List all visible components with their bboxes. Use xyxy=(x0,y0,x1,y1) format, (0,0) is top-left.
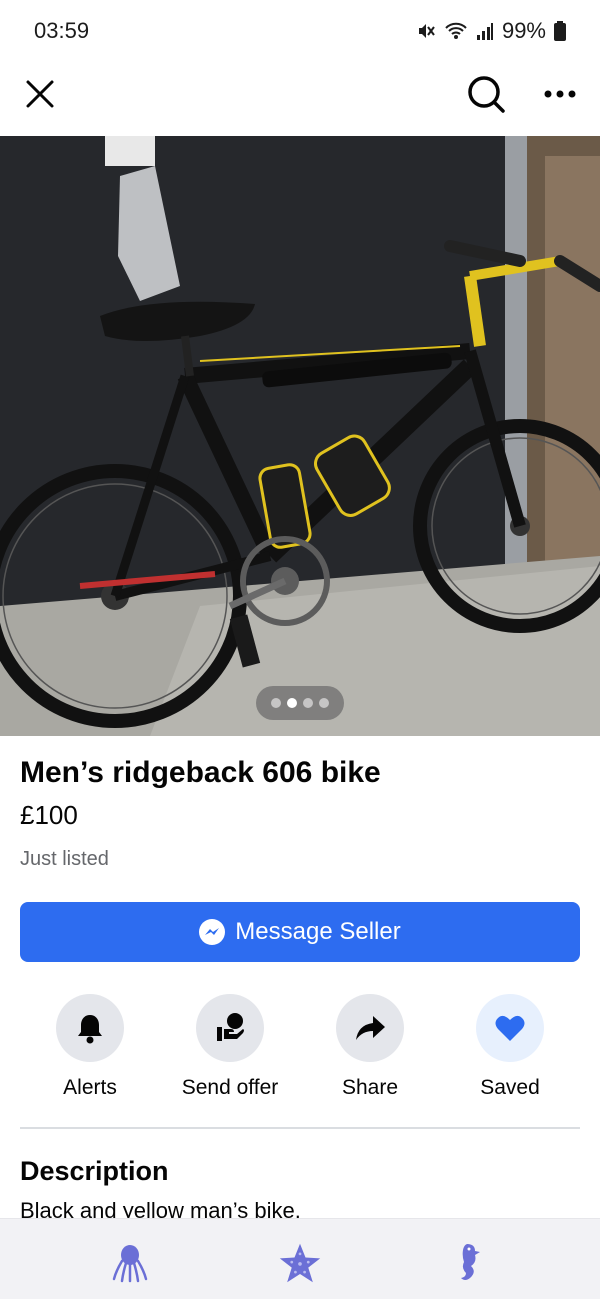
top-bar xyxy=(0,64,600,136)
description-heading: Description xyxy=(20,1156,169,1186)
share-label: Share xyxy=(341,1076,399,1099)
close-button[interactable] xyxy=(18,72,62,116)
listing-price: £100 xyxy=(20,800,78,830)
share-button[interactable]: Share xyxy=(300,994,440,1100)
pager-dot xyxy=(271,698,281,708)
send-offer-icon xyxy=(196,994,264,1062)
octopus-icon xyxy=(112,1245,148,1283)
saved-label: Saved xyxy=(480,1076,540,1099)
saved-button[interactable]: Saved xyxy=(440,994,580,1100)
starfish-icon xyxy=(279,1243,321,1283)
battery-icon xyxy=(554,21,566,41)
message-seller-label: Message Seller xyxy=(235,918,401,945)
search-icon xyxy=(468,76,505,113)
send-offer-button[interactable]: Send offer xyxy=(160,994,300,1100)
nav-item-starfish[interactable] xyxy=(278,1241,322,1285)
status-icons: 99% xyxy=(416,18,566,44)
status-time: 03:59 xyxy=(34,18,90,43)
bottom-nav xyxy=(0,1218,600,1299)
more-options-button[interactable] xyxy=(536,70,584,118)
listing-title: Men’s ridgeback 606 bike xyxy=(20,756,381,789)
listing-actions: Alerts Send offer Share Saved xyxy=(0,994,600,1104)
close-icon xyxy=(26,80,54,108)
more-icon xyxy=(544,90,576,98)
section-divider xyxy=(20,1127,580,1129)
message-seller-button[interactable]: Message Seller xyxy=(20,902,580,962)
alerts-label: Alerts xyxy=(63,1076,117,1099)
pager-dot xyxy=(319,698,329,708)
send-offer-label: Send offer xyxy=(181,1076,279,1099)
messenger-icon xyxy=(199,919,226,945)
share-icon xyxy=(336,994,404,1062)
seahorse-icon xyxy=(461,1244,480,1280)
pager-dot xyxy=(303,698,313,708)
bike-photo-image xyxy=(0,136,600,736)
heart-icon xyxy=(476,994,544,1062)
nav-item-seahorse[interactable] xyxy=(446,1241,490,1285)
alerts-button[interactable]: Alerts xyxy=(20,994,160,1100)
listing-photo[interactable] xyxy=(0,136,600,736)
nav-item-octopus[interactable] xyxy=(108,1241,152,1285)
status-bar: 03:59 99% xyxy=(0,0,600,64)
mute-icon xyxy=(416,21,436,41)
photo-pager xyxy=(256,686,344,720)
listing-status: Just listed xyxy=(20,848,109,870)
wifi-icon xyxy=(444,21,468,41)
battery-text: 99% xyxy=(501,18,546,43)
search-button[interactable] xyxy=(462,70,510,118)
pager-dot-active xyxy=(287,698,297,708)
signal-icon xyxy=(476,21,494,41)
bell-icon xyxy=(56,994,124,1062)
